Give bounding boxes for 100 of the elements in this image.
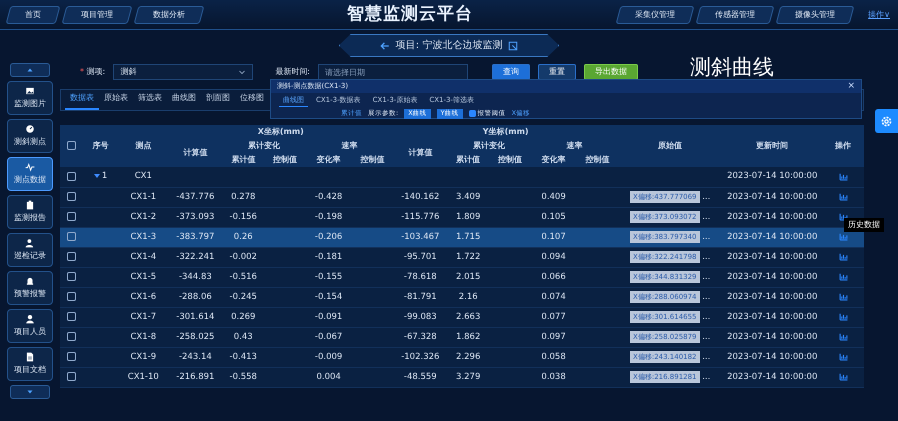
user-menu[interactable]: 操作∨ bbox=[868, 8, 890, 20]
column-header: 控制值 bbox=[264, 153, 306, 167]
sidebar-item[interactable]: 测点数据 bbox=[7, 157, 53, 191]
gauge-icon bbox=[25, 124, 35, 134]
sidebar-item[interactable]: 预警报警 bbox=[7, 271, 53, 305]
sidebar-item[interactable]: 测斜测点 bbox=[7, 119, 53, 153]
nav-tab[interactable]: 项目管理 bbox=[62, 6, 132, 24]
table-cell: 1.722 bbox=[447, 247, 490, 267]
table-cell: CX1-10 bbox=[118, 367, 168, 387]
column-header: 操作 bbox=[822, 125, 864, 167]
table-cell: -103.467 bbox=[393, 227, 448, 247]
column-header: 原始值 bbox=[618, 125, 722, 167]
tab[interactable]: 数据表 bbox=[65, 92, 99, 110]
table-cell: -95.701 bbox=[393, 247, 448, 267]
project-title: 项目: 宁波北仑边坡监测 bbox=[396, 38, 502, 53]
table-cell: -99.083 bbox=[393, 307, 448, 327]
more-text: ... bbox=[702, 212, 710, 222]
nav-tab[interactable]: 传感器管理 bbox=[696, 6, 775, 24]
field-label: 最新时间: bbox=[275, 66, 310, 78]
table-cell: 2.663 bbox=[447, 307, 490, 327]
nav-tab[interactable]: 摄像头管理 bbox=[776, 6, 855, 24]
table-cell: CX1-5 bbox=[118, 267, 168, 287]
pulse-icon bbox=[25, 162, 35, 172]
tab[interactable]: 位移图 bbox=[235, 92, 269, 110]
table-cell: -81.791 bbox=[393, 287, 448, 307]
select-field[interactable]: 测斜 bbox=[113, 64, 254, 80]
link-icon bbox=[508, 40, 518, 50]
table-cell: -0.091 bbox=[306, 307, 352, 327]
table-cell: 0.038 bbox=[530, 367, 576, 387]
table-cell: -258.025 bbox=[168, 327, 222, 347]
nav-tab[interactable]: 数据分析 bbox=[134, 6, 204, 24]
row-checkbox[interactable] bbox=[66, 332, 76, 341]
chart-icon bbox=[838, 212, 848, 221]
column-header: 控制值 bbox=[489, 153, 531, 167]
row-checkbox[interactable] bbox=[66, 172, 76, 181]
more-text: ... bbox=[702, 352, 710, 362]
row-checkbox[interactable] bbox=[66, 272, 76, 281]
sidebar-item[interactable]: 巡检记录 bbox=[7, 233, 53, 267]
chart-icon bbox=[838, 332, 848, 341]
tab[interactable]: 原始表 bbox=[99, 92, 133, 110]
table-cell: 1.809 bbox=[447, 207, 490, 227]
expand-caret-icon[interactable] bbox=[94, 174, 100, 178]
chart-icon bbox=[838, 292, 848, 301]
row-checkbox[interactable] bbox=[66, 372, 76, 381]
group-header: 累计变化 bbox=[222, 139, 306, 153]
row-checkbox[interactable] bbox=[66, 352, 76, 361]
chart-icon bbox=[838, 352, 848, 361]
table-cell: CX1-7 bbox=[118, 307, 168, 327]
table-cell: CX1-4 bbox=[118, 247, 168, 267]
clipboard-icon bbox=[25, 200, 35, 210]
table-cell: -115.776 bbox=[393, 207, 448, 227]
settings-button[interactable] bbox=[875, 109, 898, 133]
table-cell: -140.162 bbox=[393, 187, 448, 207]
table-cell: -0.154 bbox=[306, 287, 352, 307]
date-field[interactable]: 请选择日期 bbox=[318, 64, 468, 80]
field-label: * 测项: bbox=[80, 66, 106, 78]
table-cell: 2023-07-14 10:00:00 bbox=[722, 347, 822, 367]
column-header: 累计值 bbox=[222, 153, 264, 167]
tab[interactable]: 曲线图 bbox=[167, 92, 201, 110]
row-checkbox[interactable] bbox=[66, 192, 76, 201]
table-cell: -288.06 bbox=[168, 287, 222, 307]
chart-icon bbox=[838, 192, 848, 201]
table-cell: -0.155 bbox=[306, 267, 352, 287]
tab[interactable]: 筛选表 bbox=[133, 92, 167, 110]
close-button[interactable]: × bbox=[847, 82, 855, 91]
table-cell: 0.43 bbox=[222, 327, 264, 347]
table-cell: -0.198 bbox=[306, 207, 352, 227]
action-button[interactable]: 重置 bbox=[538, 64, 576, 80]
row-checkbox[interactable] bbox=[66, 212, 76, 221]
table-cell: 3.279 bbox=[447, 367, 490, 387]
nav-tab[interactable]: 采集仪管理 bbox=[616, 6, 695, 24]
table-cell: -0.245 bbox=[222, 287, 264, 307]
table-cell: 0.074 bbox=[530, 287, 576, 307]
table-cell: 2023-07-14 10:00:00 bbox=[722, 327, 822, 347]
table-cell: -0.002 bbox=[222, 247, 264, 267]
select-all-checkbox[interactable] bbox=[66, 141, 76, 150]
nav-tab[interactable]: 首页 bbox=[6, 6, 60, 24]
group-header: 累计变化 bbox=[447, 139, 531, 153]
up-arrow-icon bbox=[26, 66, 34, 74]
tab[interactable]: 剖面图 bbox=[201, 92, 235, 110]
column-header: 计算值 bbox=[168, 139, 222, 167]
chart-icon bbox=[838, 312, 848, 321]
row-checkbox[interactable] bbox=[66, 232, 76, 241]
chevron-down-icon bbox=[238, 68, 246, 76]
row-checkbox[interactable] bbox=[66, 252, 76, 261]
action-button[interactable]: 查询 bbox=[492, 64, 530, 80]
sidebar-item[interactable]: 监测报告 bbox=[7, 195, 53, 229]
more-text: ... bbox=[702, 272, 710, 282]
sidebar-item[interactable]: 项目人员 bbox=[7, 309, 53, 343]
more-text: ... bbox=[702, 252, 710, 262]
table-cell: 0.094 bbox=[530, 247, 576, 267]
row-checkbox[interactable] bbox=[66, 292, 76, 301]
chart-icon bbox=[838, 232, 848, 241]
sidebar-item[interactable]: 监测图片 bbox=[7, 81, 53, 115]
row-checkbox[interactable] bbox=[66, 312, 76, 321]
group-header: X坐标(mm) bbox=[168, 125, 394, 139]
sidebar-item[interactable]: 项目文档 bbox=[7, 347, 53, 381]
table-cell: -301.614 bbox=[168, 307, 222, 327]
table-cell: -0.206 bbox=[306, 227, 352, 247]
column-header: 控制值 bbox=[576, 153, 618, 167]
